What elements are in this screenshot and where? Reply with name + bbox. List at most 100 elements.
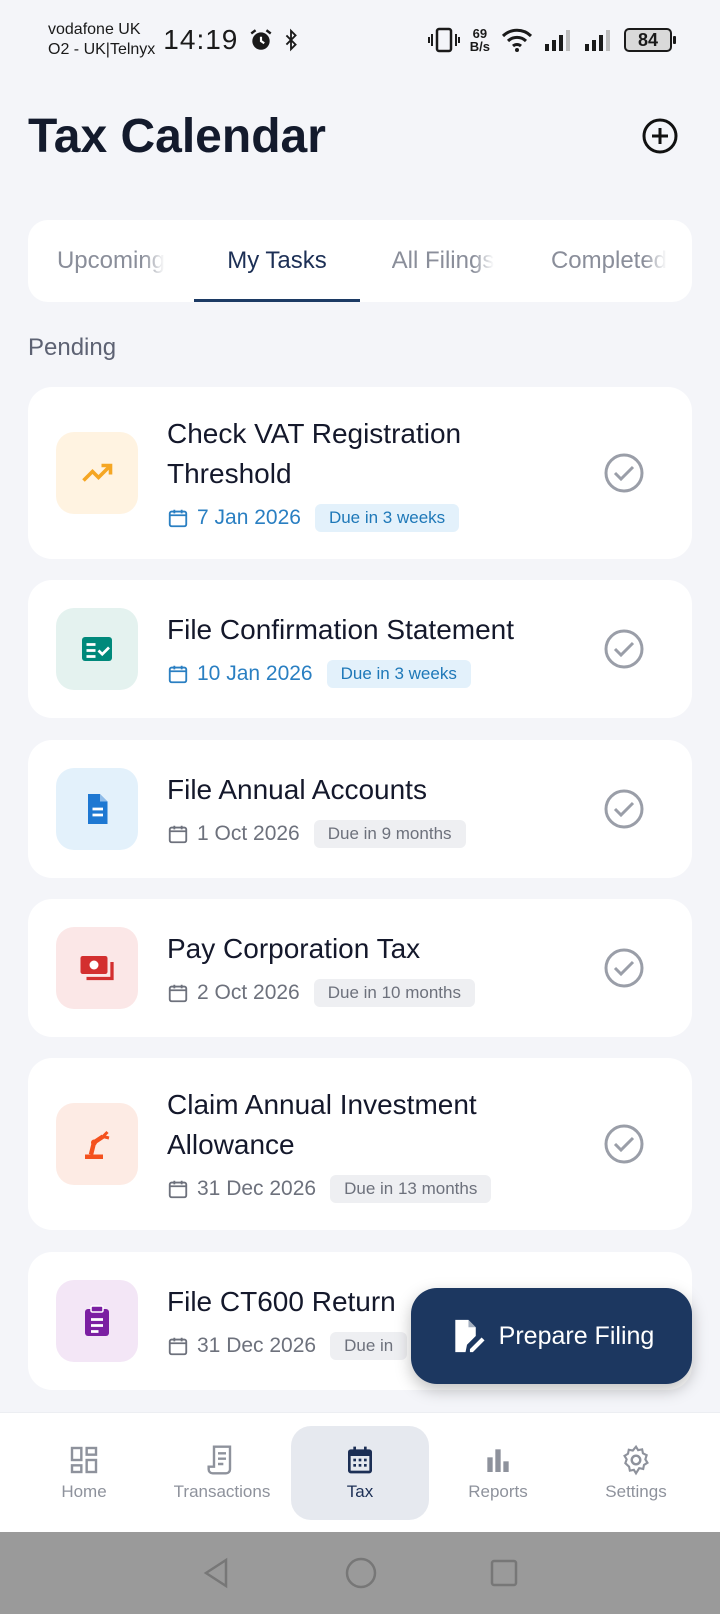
task-title: Pay Corporation Tax: [167, 933, 421, 964]
wifi-icon: [501, 28, 533, 52]
task-date: 2 Oct 2026: [167, 981, 300, 1005]
task-date-text: 31 Dec 2026: [197, 1177, 317, 1200]
nav-label: Reports: [468, 1481, 528, 1501]
due-badge: Due in 3 weeks: [326, 660, 471, 688]
edit-document-icon: [454, 1319, 485, 1353]
task-date: 7 Jan 2026: [167, 506, 301, 530]
carrier-secondary: O2 - UK|Telnyx: [48, 41, 156, 58]
battery-indicator: 84: [624, 28, 676, 52]
task-card[interactable]: File Annual Accounts 1 Oct 2026 Due in 9…: [28, 740, 692, 878]
filter-tabs: Upcoming My Tasks All Filings Completed: [28, 220, 692, 302]
recents-square-icon[interactable]: [488, 1557, 520, 1589]
tab-label: My Tasks: [227, 247, 327, 274]
task-card[interactable]: Pay Corporation Tax 2 Oct 2026 Due in 10…: [28, 899, 692, 1037]
add-circle-icon: [642, 118, 678, 154]
tab-completed[interactable]: Completed: [526, 220, 692, 302]
tab-all-filings[interactable]: All Filings: [360, 220, 526, 302]
receipt-icon: [207, 1444, 232, 1475]
calendar-icon: [168, 665, 188, 684]
task-date-text: 31 Dec 2026: [197, 1334, 317, 1357]
system-navigation-bar: [0, 1532, 720, 1614]
nav-label: Tax: [346, 1481, 374, 1501]
task-date-text: 1 Oct 2026: [197, 822, 300, 845]
task-card[interactable]: File Confirmation Statement 10 Jan 2026 …: [28, 580, 692, 718]
nav-settings[interactable]: Settings: [567, 1426, 705, 1520]
tab-label: All Filings: [391, 247, 495, 274]
bottom-navigation: Home Transactions Tax Reports Settings: [0, 1412, 720, 1532]
task-icon-tile: [56, 1103, 138, 1185]
prepare-filing-label: Prepare Filing: [498, 1321, 655, 1350]
task-date-text: 10 Jan 2026: [197, 662, 313, 685]
task-title: Claim Annual Investment Allowance: [167, 1089, 477, 1160]
nav-label: Home: [61, 1481, 107, 1501]
tab-label: Completed: [550, 247, 668, 274]
signal-icon: [545, 30, 570, 51]
net-speed: 69 B/s: [470, 27, 490, 53]
due-badge: Due in 9 months: [313, 820, 466, 848]
due-badge: Due in: [330, 1332, 408, 1360]
payments-icon: [80, 956, 114, 981]
dashboard-icon: [70, 1446, 98, 1473]
calendar-icon: [348, 1446, 372, 1473]
net-speed-unit: B/s: [469, 39, 490, 54]
task-date-text: 2 Oct 2026: [197, 981, 300, 1004]
check-circle-icon[interactable]: [602, 1122, 646, 1166]
alarm-icon: [250, 29, 272, 50]
task-date-text: 7 Jan 2026: [197, 506, 301, 529]
calendar-icon: [168, 1337, 188, 1356]
check-circle-icon[interactable]: [602, 627, 646, 671]
status-time: 14:19: [163, 24, 239, 55]
vibrate-icon: [427, 27, 460, 53]
task-date: 10 Jan 2026: [167, 662, 313, 686]
robot-arm-icon: [85, 1130, 110, 1159]
task-icon-tile: [56, 432, 138, 514]
task-date: 31 Dec 2026: [167, 1334, 316, 1358]
task-icon-tile: [56, 608, 138, 690]
gear-icon: [623, 1444, 649, 1475]
carrier-info: vodafone UK O2 - UK|Telnyx: [48, 20, 155, 60]
nav-home[interactable]: Home: [15, 1426, 153, 1520]
task-icon-tile: [56, 1280, 138, 1362]
nav-transactions[interactable]: Transactions: [153, 1426, 291, 1520]
task-title: File Annual Accounts: [167, 774, 427, 805]
task-date: 1 Oct 2026: [167, 822, 300, 846]
task-card[interactable]: Check VAT Registration Threshold 7 Jan 2…: [28, 387, 692, 559]
nav-tax[interactable]: Tax: [291, 1425, 429, 1520]
tab-my-tasks[interactable]: My Tasks: [194, 220, 360, 302]
bar-chart-icon: [487, 1448, 509, 1472]
check-circle-icon[interactable]: [602, 451, 646, 495]
calendar-icon: [168, 984, 188, 1003]
fact-check-icon: [82, 637, 112, 661]
task-title: File Confirmation Statement: [167, 614, 515, 645]
carrier-primary: vodafone UK: [48, 21, 141, 38]
due-badge: Due in 13 months: [330, 1175, 492, 1203]
add-button[interactable]: [640, 116, 680, 156]
calendar-icon: [168, 509, 188, 528]
due-badge: Due in 3 weeks: [314, 504, 460, 532]
page-header: Tax Calendar: [28, 106, 680, 166]
task-icon-tile: [56, 927, 138, 1009]
prepare-filing-button[interactable]: Prepare Filing: [411, 1288, 692, 1384]
section-label-pending: Pending: [28, 334, 117, 361]
nav-label: Transactions: [173, 1481, 271, 1501]
trending-up-icon: [82, 463, 113, 482]
clipboard-icon: [85, 1305, 109, 1336]
back-triangle-icon[interactable]: [200, 1556, 234, 1590]
check-circle-icon[interactable]: [602, 787, 646, 831]
due-badge: Due in 10 months: [313, 979, 475, 1007]
check-circle-icon[interactable]: [602, 946, 646, 990]
nav-reports[interactable]: Reports: [429, 1426, 567, 1520]
tab-label: Upcoming: [56, 247, 166, 274]
task-title: Check VAT Registration Threshold: [167, 418, 462, 489]
status-bar: vodafone UK O2 - UK|Telnyx 14:19 69 B/s …: [0, 0, 720, 80]
home-circle-icon[interactable]: [344, 1556, 378, 1590]
task-card[interactable]: Claim Annual Investment Allowance 31 Dec…: [28, 1058, 692, 1230]
signal-roaming-icon: [585, 30, 610, 51]
bluetooth-icon: [286, 28, 298, 52]
task-date: 31 Dec 2026: [167, 1177, 316, 1201]
page-title: Tax Calendar: [28, 109, 326, 163]
calendar-icon: [168, 1180, 188, 1199]
tab-upcoming[interactable]: Upcoming: [28, 220, 194, 302]
task-icon-tile: [56, 768, 138, 850]
calendar-icon: [168, 825, 188, 844]
